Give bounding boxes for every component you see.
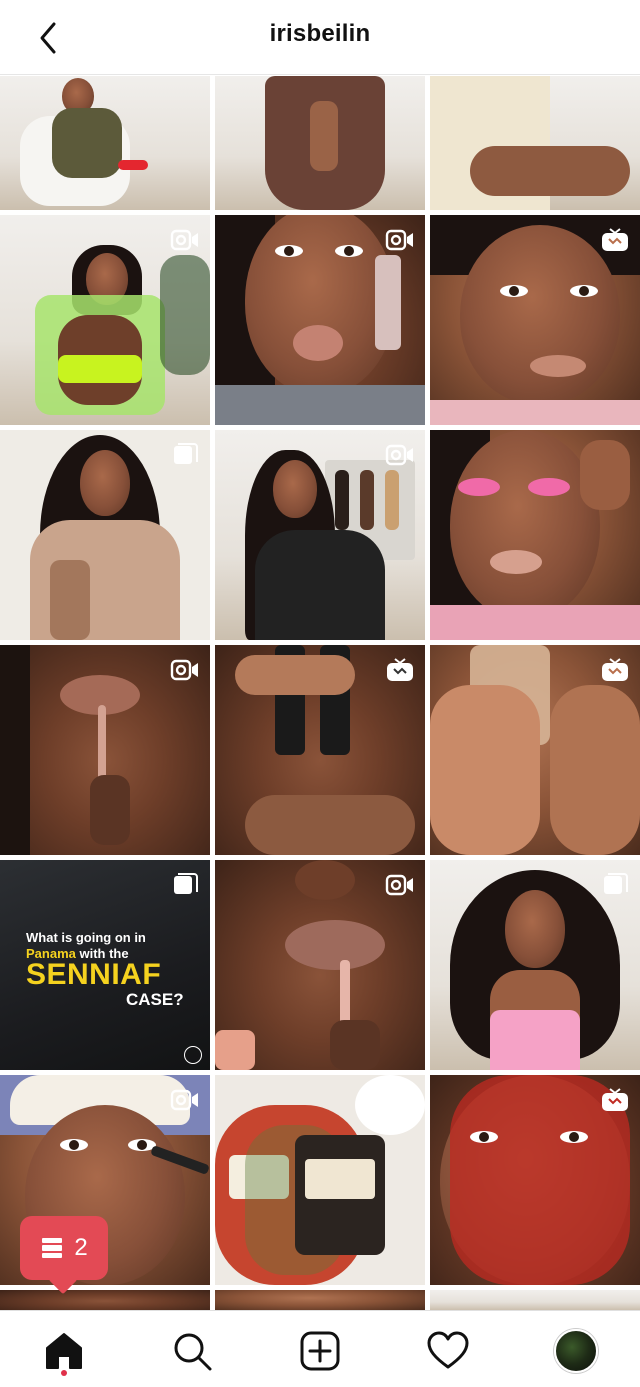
post-tile[interactable]	[430, 1290, 640, 1310]
reel-icon	[170, 659, 198, 681]
heart-icon	[427, 1331, 469, 1369]
carousel-icon	[174, 443, 198, 464]
post-tile-panama[interactable]: What is going on in Panama with the SENN…	[0, 860, 210, 1070]
igtv-icon	[602, 228, 628, 251]
arrow-icon	[184, 1046, 202, 1064]
post-tile[interactable]	[215, 645, 425, 855]
active-indicator-dot	[61, 1370, 67, 1376]
nav-activity[interactable]	[424, 1327, 472, 1375]
carousel-icon	[604, 873, 628, 894]
post-tile[interactable]	[430, 76, 640, 210]
new-posts-notification[interactable]: 2	[20, 1216, 108, 1280]
post-tile[interactable]	[430, 860, 640, 1070]
post-tile[interactable]	[430, 645, 640, 855]
post-tile[interactable]	[215, 430, 425, 640]
notification-count: 2	[74, 1234, 88, 1261]
profile-header: irisbeilin	[0, 0, 640, 75]
reel-icon	[385, 444, 413, 466]
home-icon	[46, 1333, 82, 1369]
carousel-icon	[174, 873, 198, 894]
panama-headline: SENNIAF	[26, 958, 162, 991]
post-tile[interactable]	[0, 430, 210, 640]
post-tile[interactable]	[0, 215, 210, 425]
nav-create[interactable]	[296, 1327, 344, 1375]
post-tile[interactable]	[215, 1290, 425, 1310]
posts-grid: What is going on in Panama with the SENN…	[0, 76, 640, 1310]
igtv-icon	[387, 658, 413, 681]
profile-username: irisbeilin	[269, 20, 371, 47]
post-tile[interactable]	[0, 645, 210, 855]
reel-icon	[170, 229, 198, 251]
feed-posts-icon	[42, 1238, 63, 1258]
avatar	[554, 1329, 598, 1373]
post-tile[interactable]	[430, 215, 640, 425]
post-tile[interactable]	[215, 76, 425, 210]
post-tile[interactable]	[430, 1075, 640, 1285]
post-tile[interactable]	[215, 215, 425, 425]
panama-tail: CASE?	[126, 990, 184, 1009]
post-tile[interactable]	[215, 1075, 425, 1285]
igtv-icon	[602, 658, 628, 681]
post-tile[interactable]	[0, 76, 210, 210]
post-tile[interactable]	[430, 430, 640, 640]
post-tile[interactable]	[215, 860, 425, 1070]
nav-search[interactable]	[168, 1327, 216, 1375]
reel-icon	[170, 1089, 198, 1111]
search-icon	[174, 1333, 212, 1371]
add-post-icon	[300, 1331, 340, 1371]
reel-icon	[385, 229, 413, 251]
igtv-icon	[602, 1088, 628, 1111]
reel-icon	[385, 1089, 413, 1111]
post-tile[interactable]	[0, 1290, 210, 1310]
bottom-navigation	[0, 1310, 640, 1387]
reel-icon	[385, 874, 413, 896]
nav-home[interactable]	[40, 1327, 88, 1375]
nav-profile[interactable]	[552, 1327, 600, 1375]
